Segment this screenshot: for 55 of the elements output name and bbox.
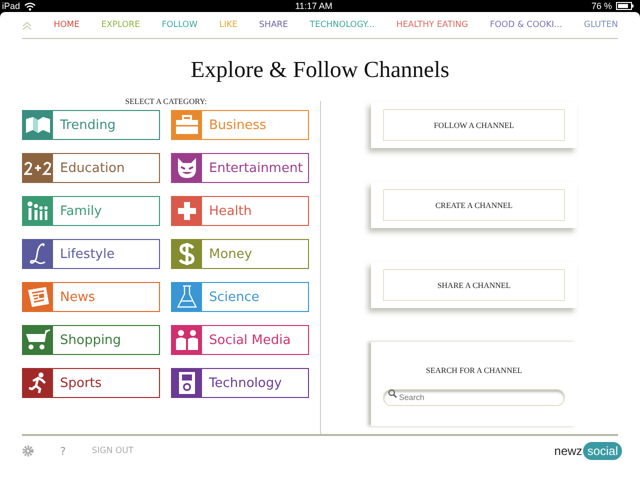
logo-text: newz [554,444,582,458]
search-icon [388,389,397,398]
nav-link[interactable]: SHARE [259,20,288,30]
nav-link[interactable]: EXPLORE [101,20,140,30]
runner-icon [28,372,48,394]
category-button[interactable]: Science [171,282,309,312]
nav-link[interactable]: FOOD & COOKI... [490,20,562,30]
flask-icon [176,285,198,309]
nav-link[interactable]: LIKE [219,20,238,30]
search-heading: SEARCH FOR A CHANNEL [426,366,522,375]
battery-percent: 76 % [591,1,612,11]
category-button[interactable]: Shopping [22,325,160,355]
action-button[interactable]: CREATE A CHANNEL [383,189,565,221]
category-button[interactable]: Business [171,110,309,140]
newspaper-icon [26,286,50,308]
nav-link[interactable]: TECHNOLOGY... [310,20,375,30]
category-button[interactable]: Social Media [171,325,309,355]
nav-link[interactable]: GLUTEN [584,20,618,30]
category-button[interactable]: Trending [22,110,160,140]
nav-link[interactable]: FOLLOW [162,20,198,30]
category-button[interactable]: Entertainment [171,153,309,183]
map-icon [25,116,51,134]
sum-icon [24,161,52,175]
media-player-icon [178,371,196,395]
category-button[interactable]: Money [171,239,309,269]
action-button[interactable]: FOLLOW A CHANNEL [383,109,565,141]
category-button[interactable]: Health [171,196,309,226]
cart-icon [25,329,51,351]
clock: 11:17 AM [295,1,332,11]
sign-out-link[interactable]: SIGN OUT [92,446,134,456]
dollar-icon [179,242,195,266]
nav-link[interactable]: HOME [54,20,80,30]
page-title: Explore & Follow Channels [190,56,450,84]
script-icon [29,243,47,265]
category-button[interactable]: Family [22,196,160,226]
category-button[interactable]: News [22,282,160,312]
collapse-icon[interactable] [22,20,32,30]
battery-icon [616,2,634,10]
category-button[interactable]: Technology [171,368,309,398]
category-button[interactable]: Lifestyle [22,239,160,269]
settings-icon[interactable] [22,445,34,457]
briefcase-icon [175,115,199,135]
people-icon [175,329,199,351]
action-button[interactable]: SHARE A CHANNEL [383,269,565,301]
section-heading: SELECT A CATEGORY: [124,97,208,106]
search-field[interactable]: Search [383,389,565,406]
cross-icon [177,201,197,221]
family-icon [27,201,49,221]
category-button[interactable]: Sports [22,368,160,398]
mask-icon [176,157,198,179]
logo-badge: social [583,442,622,460]
nav-link[interactable]: HEALTHY EATING [396,20,468,30]
device-name: iPad [2,1,20,11]
help-link[interactable]: ? [60,444,66,458]
category-button[interactable]: Education [22,153,160,183]
